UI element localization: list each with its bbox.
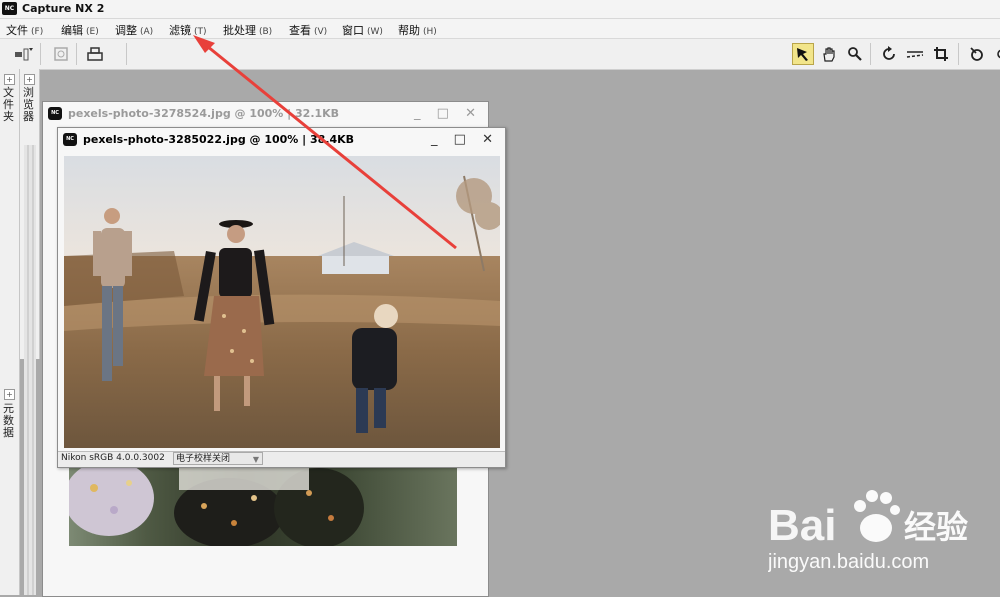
baidu-watermark: Bai 经验 jingyan.baidu.com [767,488,998,581]
watermark-brand-cn: 经验 [904,508,968,546]
watermark-brand-latin: Bai [768,501,836,550]
baidu-paw-logo: Bai 经验 jingyan.baidu.com [767,490,968,573]
watermark-url: jingyan.baidu.com [768,551,929,573]
